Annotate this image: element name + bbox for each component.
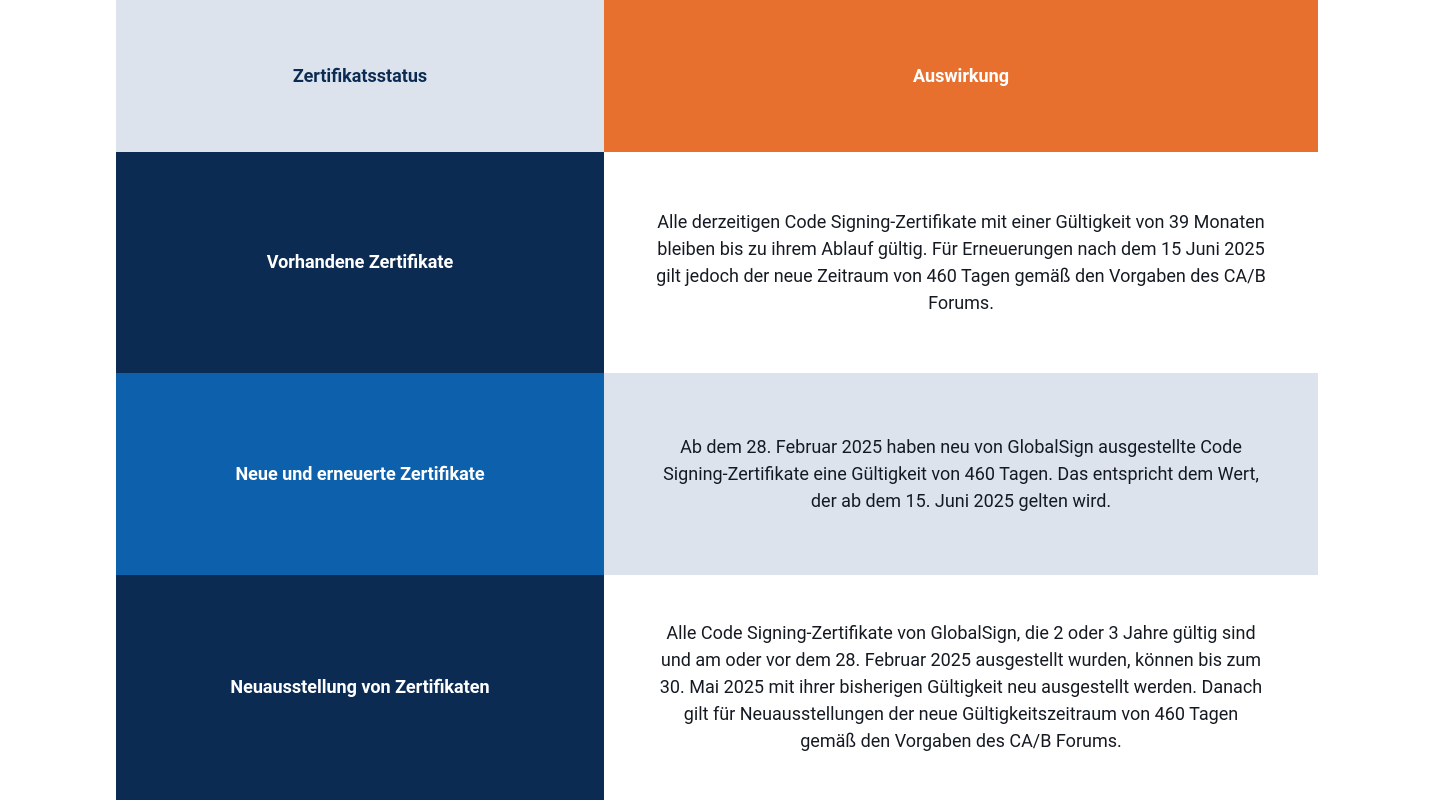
table-row: Neuausstellung von Zertifikaten Alle Cod… (116, 575, 1318, 800)
impact-cell-existing: Alle derzeitigen Code Signing-Zertifikat… (604, 152, 1318, 373)
column-header-status: Zertifikatsstatus (116, 0, 604, 152)
impact-cell-new: Ab dem 28. Februar 2025 haben neu von Gl… (604, 373, 1318, 575)
table-row: Vorhandene Zertifikate Alle derzeitigen … (116, 152, 1318, 373)
status-cell-existing: Vorhandene Zertifikate (116, 152, 604, 373)
impact-cell-reissue: Alle Code Signing-Zertifikate von Global… (604, 575, 1318, 800)
column-header-impact: Auswirkung (604, 0, 1318, 152)
status-cell-reissue: Neuausstellung von Zertifikaten (116, 575, 604, 800)
certificate-status-table: Zertifikatsstatus Auswirkung Vorhandene … (116, 0, 1318, 800)
status-cell-new: Neue und erneuerte Zertifikate (116, 373, 604, 575)
table-row: Neue und erneuerte Zertifikate Ab dem 28… (116, 373, 1318, 575)
table-header-row: Zertifikatsstatus Auswirkung (116, 0, 1318, 152)
